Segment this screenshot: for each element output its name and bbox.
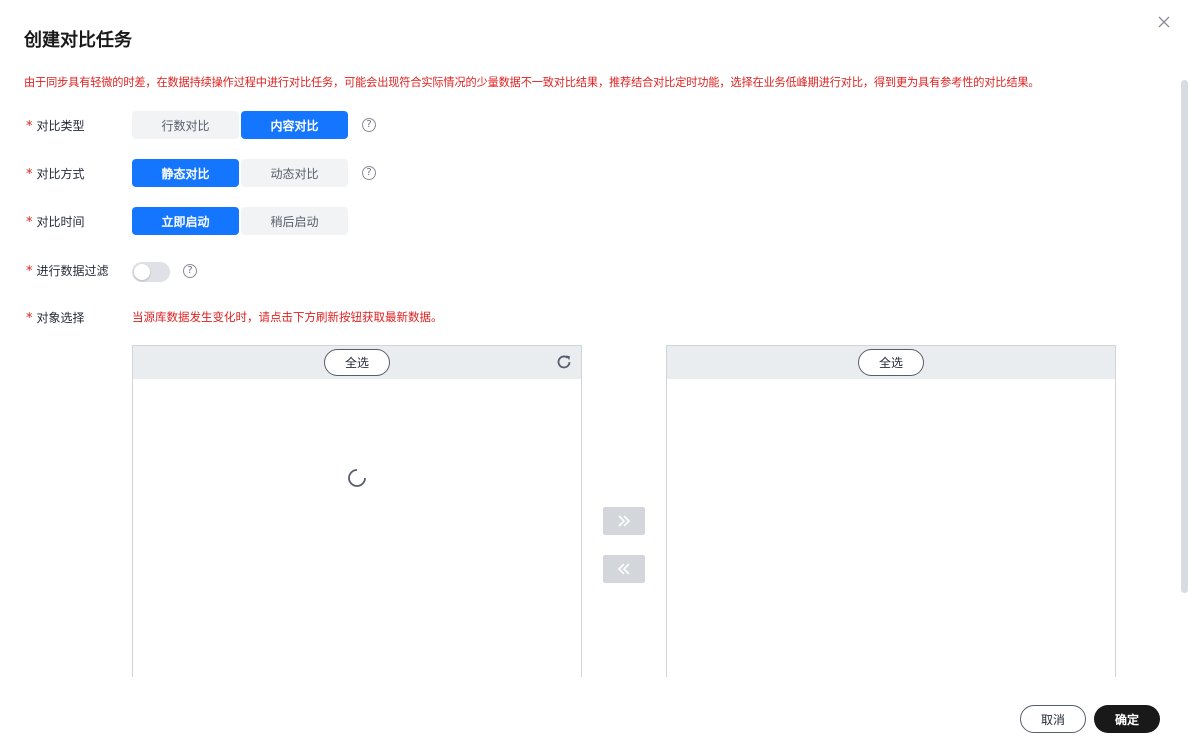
dialog-scrollbar[interactable]	[1181, 80, 1188, 593]
required-mark: *	[26, 311, 33, 326]
move-left-button[interactable]	[603, 555, 645, 583]
option-content-compare[interactable]: 内容对比	[241, 111, 348, 139]
required-mark: *	[26, 119, 33, 134]
double-chevron-right-icon	[618, 515, 631, 527]
compare-type-label-text: 对比类型	[36, 119, 85, 133]
object-select-label-text: 对象选择	[36, 311, 85, 325]
compare-time-label: * 对比时间	[26, 213, 85, 230]
cancel-button[interactable]: 取消	[1020, 705, 1086, 733]
refresh-hint: 当源库数据发生变化时，请点击下方刷新按钮获取最新数据。	[132, 310, 443, 324]
required-mark: *	[26, 167, 33, 182]
object-select-label: * 对象选择	[26, 309, 85, 326]
help-icon[interactable]: ?	[362, 118, 376, 132]
help-icon[interactable]: ?	[183, 264, 197, 278]
option-start-now[interactable]: 立即启动	[132, 207, 239, 235]
compare-type-label: * 对比类型	[26, 117, 85, 134]
compare-time-segment: 立即启动 稍后启动	[132, 207, 350, 235]
data-filter-label: * 进行数据过滤	[26, 262, 109, 279]
compare-mode-segment: 静态对比 动态对比	[132, 159, 350, 187]
toggle-knob	[134, 264, 150, 280]
compare-mode-label: * 对比方式	[26, 165, 85, 182]
required-mark: *	[26, 215, 33, 230]
compare-type-segment: 行数对比 内容对比	[132, 111, 350, 139]
compare-time-label-text: 对比时间	[36, 215, 85, 229]
target-object-panel: 全选	[666, 345, 1116, 677]
required-mark: *	[26, 264, 33, 279]
source-object-panel: 全选	[132, 345, 582, 677]
double-chevron-left-icon	[617, 563, 630, 575]
loading-spinner-icon	[347, 468, 367, 488]
confirm-button[interactable]: 确定	[1094, 705, 1160, 733]
close-icon[interactable]	[1154, 12, 1174, 32]
option-row-count-compare[interactable]: 行数对比	[132, 111, 239, 139]
source-select-all-button[interactable]: 全选	[324, 349, 390, 376]
option-static-compare[interactable]: 静态对比	[132, 159, 239, 187]
data-filter-toggle[interactable]	[132, 262, 170, 282]
option-dynamic-compare[interactable]: 动态对比	[241, 159, 348, 187]
move-right-button[interactable]	[603, 507, 645, 535]
target-select-all-button[interactable]: 全选	[858, 349, 924, 376]
compare-mode-label-text: 对比方式	[36, 167, 85, 181]
source-panel-header: 全选	[133, 346, 581, 379]
dialog-title: 创建对比任务	[24, 30, 132, 51]
target-panel-header: 全选	[667, 346, 1115, 379]
option-start-later[interactable]: 稍后启动	[241, 207, 348, 235]
compare-notice: 由于同步具有轻微的时差，在数据持续操作过程中进行对比任务，可能会出现符合实际情况…	[24, 76, 1040, 89]
help-icon[interactable]: ?	[362, 166, 376, 180]
data-filter-label-text: 进行数据过滤	[36, 264, 109, 278]
refresh-icon[interactable]	[555, 353, 573, 371]
